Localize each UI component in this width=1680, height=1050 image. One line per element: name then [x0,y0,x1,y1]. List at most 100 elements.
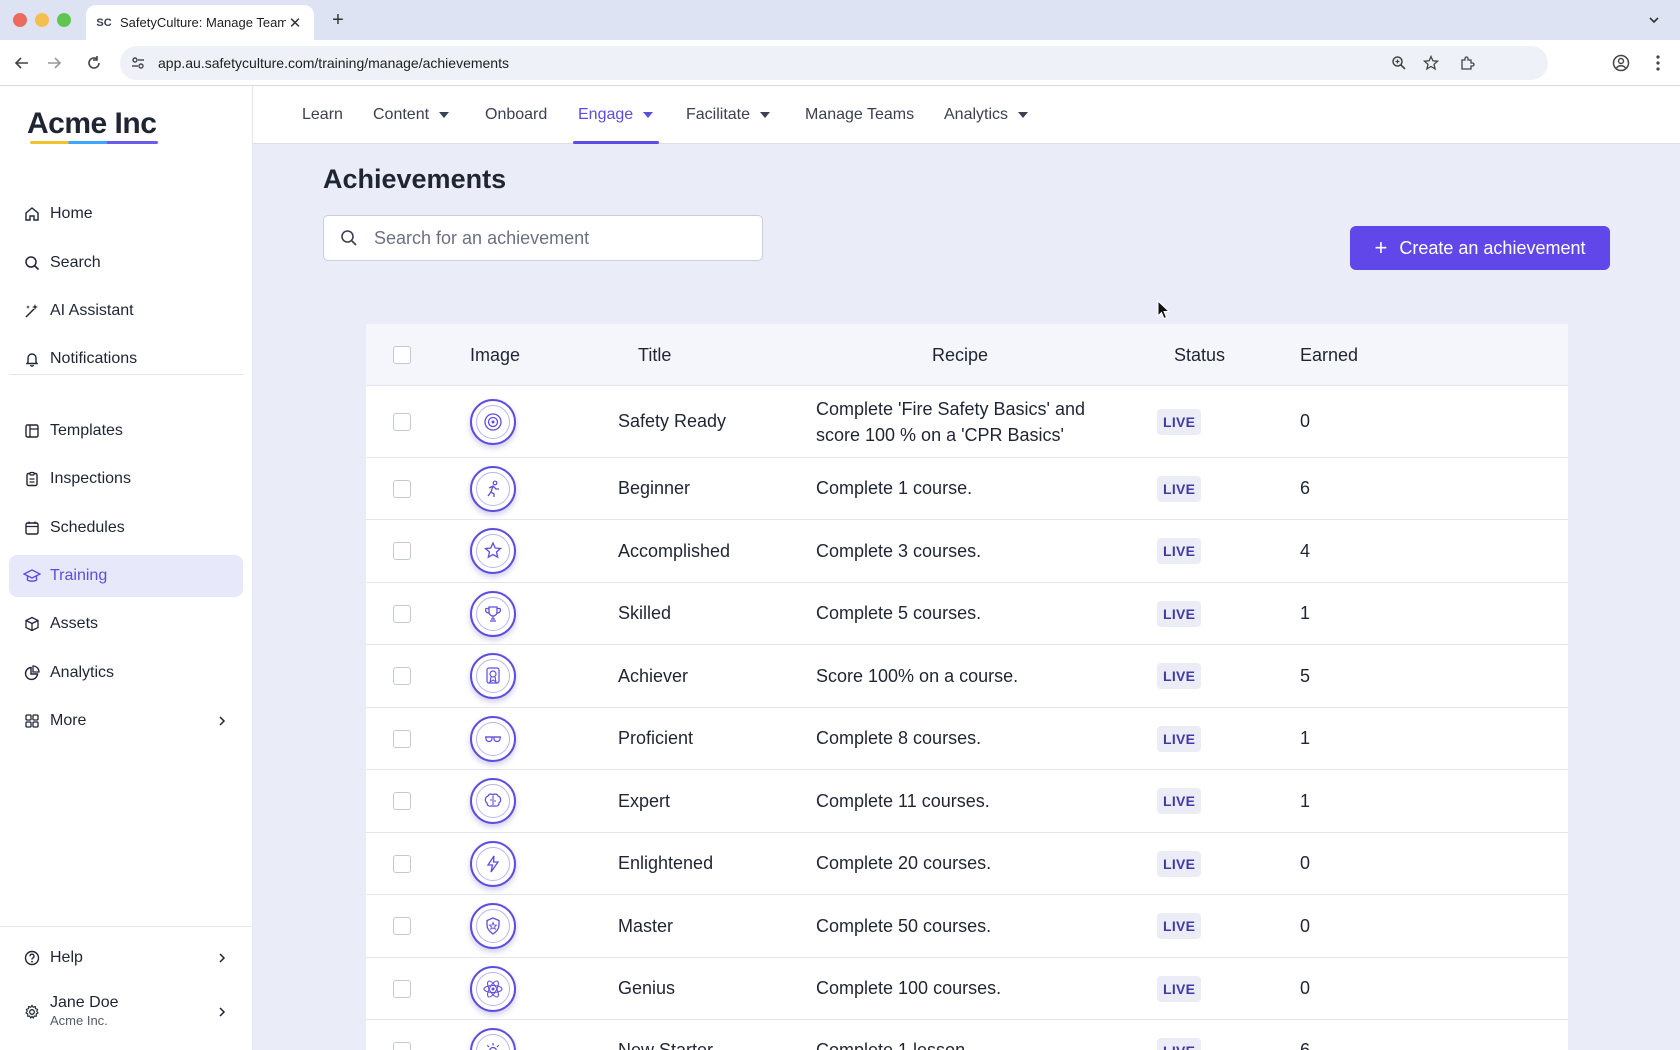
table-row[interactable]: Skilled Complete 5 courses. LIVE 1 [366,583,1568,645]
extensions-puzzle-icon[interactable] [1456,52,1478,74]
browser-tab[interactable]: SC SafetyCulture: Manage Teams ✕ [86,5,314,40]
checkbox[interactable] [393,917,411,935]
checkbox[interactable] [393,479,411,498]
address-bar[interactable]: app.au.safetyculture.com/training/manage… [120,46,1548,80]
achievement-title[interactable]: Achiever [618,645,688,707]
checkbox[interactable] [393,979,411,998]
back-arrow-icon[interactable] [10,51,34,75]
row-checkbox[interactable] [393,895,411,957]
sidebar-item-label: Home [50,205,93,222]
achievement-title[interactable]: Skilled [618,583,671,644]
row-checkbox[interactable] [393,520,411,582]
create-achievement-button[interactable]: + Create an achievement [1350,226,1610,270]
table-row[interactable]: Enlightened Complete 20 courses. LIVE 0 [366,833,1568,895]
tab-list-chevron-icon[interactable] [1642,8,1666,32]
window-close-button[interactable] [13,13,27,27]
sidebar-item-training[interactable]: Training [9,555,243,597]
window-minimize-button[interactable] [35,13,49,27]
achievement-title[interactable]: Proficient [618,708,693,769]
table-row[interactable]: Expert Complete 11 courses. LIVE 1 [366,770,1568,833]
table-row[interactable]: Genius Complete 100 courses. LIVE 0 [366,958,1568,1020]
site-settings-icon[interactable] [130,55,146,71]
sidebar-item-label: Schedules [50,519,125,536]
runner-icon [476,471,510,506]
checkbox[interactable] [393,729,411,748]
checkbox[interactable] [393,604,411,623]
checkbox[interactable] [393,412,411,431]
sidebar-item-assets[interactable]: Assets [9,603,243,645]
zoom-icon[interactable] [1388,52,1410,74]
select-all-checkbox[interactable] [393,324,411,386]
row-checkbox[interactable] [393,770,411,832]
sidebar-item-ai-assistant[interactable]: AI Assistant [9,290,243,332]
checkbox[interactable] [393,792,411,810]
search-input[interactable] [374,227,754,249]
checkbox[interactable] [393,346,411,364]
bookmark-star-icon[interactable] [1420,52,1442,74]
row-checkbox[interactable] [393,458,411,519]
table-row[interactable]: Achiever Score 100% on a course. LIVE 5 [366,645,1568,708]
achievement-title[interactable]: Safety Ready [618,386,726,457]
browser-menu-kebab-icon[interactable] [1646,51,1670,75]
row-checkbox[interactable] [393,958,411,1019]
tab-facilitate[interactable]: Facilitate [686,86,771,144]
achievement-search[interactable] [323,215,763,261]
table-row[interactable]: Proficient Complete 8 courses. LIVE 1 [366,708,1568,770]
new-tab-button[interactable]: + [326,8,350,32]
checkbox[interactable] [393,1041,411,1050]
row-checkbox[interactable] [393,1020,411,1050]
checkbox[interactable] [393,667,411,685]
window-zoom-button[interactable] [57,13,71,27]
table-row[interactable]: Master Complete 50 courses. LIVE 0 [366,895,1568,958]
sidebar-item-more[interactable]: More [9,700,243,742]
tab-close-icon[interactable]: ✕ [286,14,304,32]
pie-chart-icon [22,663,42,683]
reload-icon[interactable] [82,51,106,75]
sidebar-item-help[interactable]: Help [9,937,243,979]
checkbox[interactable] [393,542,411,560]
sidebar-item-search[interactable]: Search [9,242,243,284]
tab-manage-teams[interactable]: Manage Teams [805,86,914,144]
row-checkbox[interactable] [393,583,411,644]
star-icon [476,534,510,568]
table-row[interactable]: Accomplished Complete 3 courses. LIVE 4 [366,520,1568,583]
sidebar-item-templates[interactable]: Templates [9,410,243,452]
sidebar-item-analytics[interactable]: Analytics [9,652,243,694]
sidebar-item-inspections[interactable]: Inspections [9,458,243,500]
tab-analytics[interactable]: Analytics [944,86,1029,144]
tab-learn[interactable]: Learn [302,86,343,144]
sidebar-user-menu[interactable]: Jane Doe Acme Inc. [9,987,243,1037]
table-row[interactable]: New Starter Complete 1 lesson. LIVE 6 [366,1020,1568,1050]
tab-engage[interactable]: Engage [572,86,660,144]
column-header-earned[interactable]: Earned [1300,324,1358,386]
column-header-title[interactable]: Title [638,324,671,386]
tab-content[interactable]: Content [373,86,450,144]
achievement-image [470,458,516,519]
status-cell: LIVE [1157,1020,1202,1050]
table-row[interactable]: Beginner Complete 1 course. LIVE 6 [366,458,1568,520]
forward-arrow-icon[interactable] [42,51,66,75]
achievement-title[interactable]: New Starter [618,1020,713,1050]
achievement-title[interactable]: Genius [618,958,675,1019]
sidebar: Acme Inc Home Search AI Assistant Notifi… [0,86,253,1050]
sidebar-item-schedules[interactable]: Schedules [9,507,243,549]
achievement-title[interactable]: Expert [618,770,670,832]
achievement-title[interactable]: Beginner [618,458,690,519]
table-row[interactable]: Safety Ready Complete 'Fire Safety Basic… [366,386,1568,458]
profile-avatar-icon[interactable] [1609,51,1633,75]
tab-onboard[interactable]: Onboard [485,86,547,144]
company-logo[interactable]: Acme Inc [27,107,157,141]
row-checkbox[interactable] [393,833,411,894]
status-badge: LIVE [1157,725,1202,752]
sunglasses-icon [476,721,510,756]
chevron-right-icon [213,1003,231,1021]
achievement-title[interactable]: Enlightened [618,833,713,894]
row-checkbox[interactable] [393,386,411,457]
achievement-title[interactable]: Accomplished [618,520,730,582]
row-checkbox[interactable] [393,645,411,707]
sidebar-item-home[interactable]: Home [9,193,243,235]
row-checkbox[interactable] [393,708,411,769]
column-header-status[interactable]: Status [1174,324,1225,386]
checkbox[interactable] [393,854,411,873]
achievement-title[interactable]: Master [618,895,673,957]
